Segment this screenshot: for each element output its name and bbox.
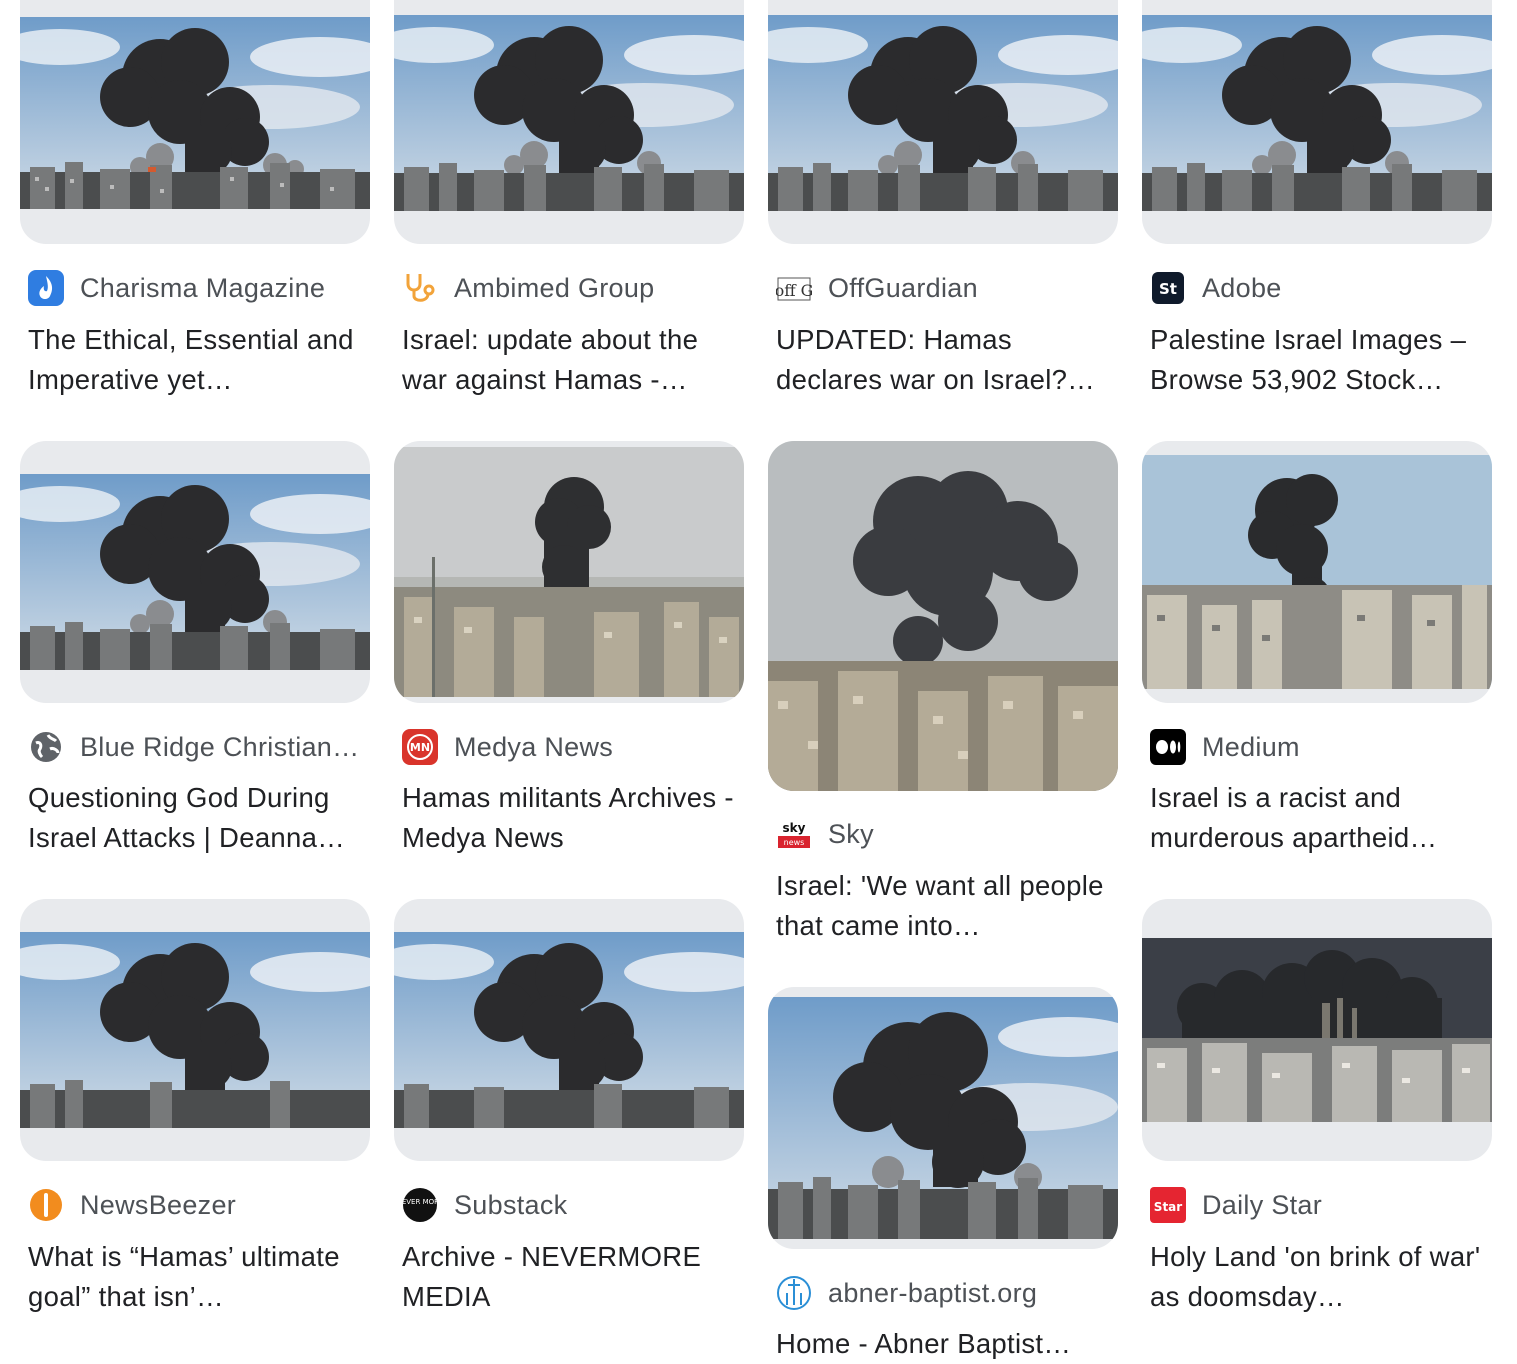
result-thumbnail[interactable] — [394, 0, 744, 244]
svg-text:NEVER MORE: NEVER MORE — [402, 1198, 438, 1206]
result-thumbnail[interactable] — [20, 899, 370, 1161]
svg-text:MN: MN — [410, 741, 430, 754]
result-title[interactable]: The Ethical, Essential and Imperative ye… — [28, 320, 363, 400]
stethoscope-icon — [406, 274, 435, 302]
smoke-plume-image — [20, 932, 370, 1128]
nevermore-icon: NEVER MORE — [402, 1188, 438, 1222]
source-name: Medium — [1202, 731, 1300, 762]
globe-icon — [31, 732, 61, 762]
source-name: Blue Ridge Christian… — [80, 731, 360, 762]
result-thumbnail[interactable] — [20, 441, 370, 703]
source-name: Sky — [828, 818, 874, 849]
result-title[interactable]: Israel: 'We want all people that came in… — [776, 866, 1111, 946]
sky-news-icon: sky news — [776, 816, 812, 852]
smoke-column-image — [1142, 455, 1492, 689]
adobe-stock-icon: St — [1152, 272, 1184, 304]
source-name: Substack — [454, 1189, 568, 1220]
result-source[interactable]: MN Medya News — [402, 727, 742, 767]
result-source[interactable]: Ambimed Group — [402, 268, 742, 308]
result-source[interactable]: NewsBeezer — [28, 1185, 368, 1225]
result-thumbnail[interactable] — [1142, 441, 1492, 703]
result-source[interactable]: Star Daily Star — [1150, 1185, 1490, 1225]
result-source[interactable]: Medium — [1150, 727, 1490, 767]
smoke-wide-image — [1142, 938, 1492, 1122]
result-title[interactable]: Hamas militants Archives - Medya News — [402, 778, 737, 858]
result-thumbnail[interactable] — [768, 0, 1118, 244]
result-thumbnail[interactable] — [394, 441, 744, 703]
svg-text:St: St — [1159, 280, 1177, 298]
svg-text:news: news — [784, 838, 805, 847]
result-thumbnail[interactable] — [768, 987, 1118, 1249]
smoke-plume-image — [1142, 15, 1492, 211]
flame-icon — [28, 270, 64, 306]
smoke-plume-image — [768, 15, 1118, 211]
smoke-plume-image — [768, 997, 1118, 1239]
result-title[interactable]: Israel is a racist and murderous aparthe… — [1150, 778, 1485, 858]
church-icon — [777, 1276, 811, 1310]
result-title[interactable]: Questioning God During Israel Attacks | … — [28, 778, 363, 858]
result-title[interactable]: UPDATED: Hamas declares war on Israel?… — [776, 320, 1111, 400]
result-thumbnail[interactable] — [768, 441, 1118, 791]
result-thumbnail[interactable] — [1142, 0, 1492, 244]
result-source[interactable]: Blue Ridge Christian… — [28, 727, 368, 767]
result-source[interactable]: NEVER MORE Substack — [402, 1185, 742, 1225]
source-name: abner-baptist.org — [828, 1277, 1038, 1308]
svg-text:off G: off G — [776, 281, 812, 300]
source-name: Daily Star — [1202, 1189, 1323, 1220]
offguardian-logo-icon: off G — [776, 277, 812, 301]
result-thumbnail[interactable] — [20, 0, 370, 244]
newsbeezer-icon — [30, 1189, 62, 1221]
result-title[interactable]: Home - Abner Baptist… — [776, 1324, 1111, 1364]
svg-text:Star: Star — [1154, 1200, 1182, 1214]
medium-icon — [1150, 729, 1186, 765]
source-name: Adobe — [1202, 272, 1282, 303]
result-source[interactable]: St Adobe — [1150, 268, 1490, 308]
result-source[interactable]: abner-baptist.org — [776, 1273, 1116, 1313]
smoke-plume-image — [394, 932, 744, 1128]
result-thumbnail[interactable] — [394, 899, 744, 1161]
result-source[interactable]: off G OffGuardian — [776, 268, 1116, 308]
smoke-plume-image — [20, 17, 370, 209]
smoke-plume-image — [20, 474, 370, 670]
svg-text:sky: sky — [783, 821, 806, 835]
source-name: NewsBeezer — [80, 1189, 237, 1220]
source-name: Ambimed Group — [454, 272, 655, 303]
source-name: OffGuardian — [828, 272, 978, 303]
result-title[interactable]: Holy Land 'on brink of war' as doomsday… — [1150, 1237, 1485, 1317]
smoke-plume-image — [394, 15, 744, 211]
smoke-cloud-image — [768, 441, 1118, 791]
smoke-column-image — [394, 447, 744, 697]
result-source[interactable]: Charisma Magazine — [28, 268, 368, 308]
result-thumbnail[interactable] — [1142, 899, 1492, 1161]
result-title[interactable]: Israel: update about the war against Ham… — [402, 320, 737, 400]
result-source[interactable]: sky news Sky — [776, 814, 1116, 854]
source-name: Medya News — [454, 731, 614, 762]
daily-star-icon: Star — [1150, 1187, 1186, 1223]
source-name: Charisma Magazine — [80, 272, 326, 303]
result-title[interactable]: What is “Hamas’ ultimate goal” that isn’… — [28, 1237, 363, 1317]
result-title[interactable]: Palestine Israel Images – Browse 53,902 … — [1150, 320, 1485, 400]
result-title[interactable]: Archive - NEVERMORE MEDIA — [402, 1237, 737, 1317]
image-results-grid: Charisma Magazine The Ethical, Essential… — [0, 0, 1517, 1359]
medya-news-icon: MN — [402, 729, 438, 765]
